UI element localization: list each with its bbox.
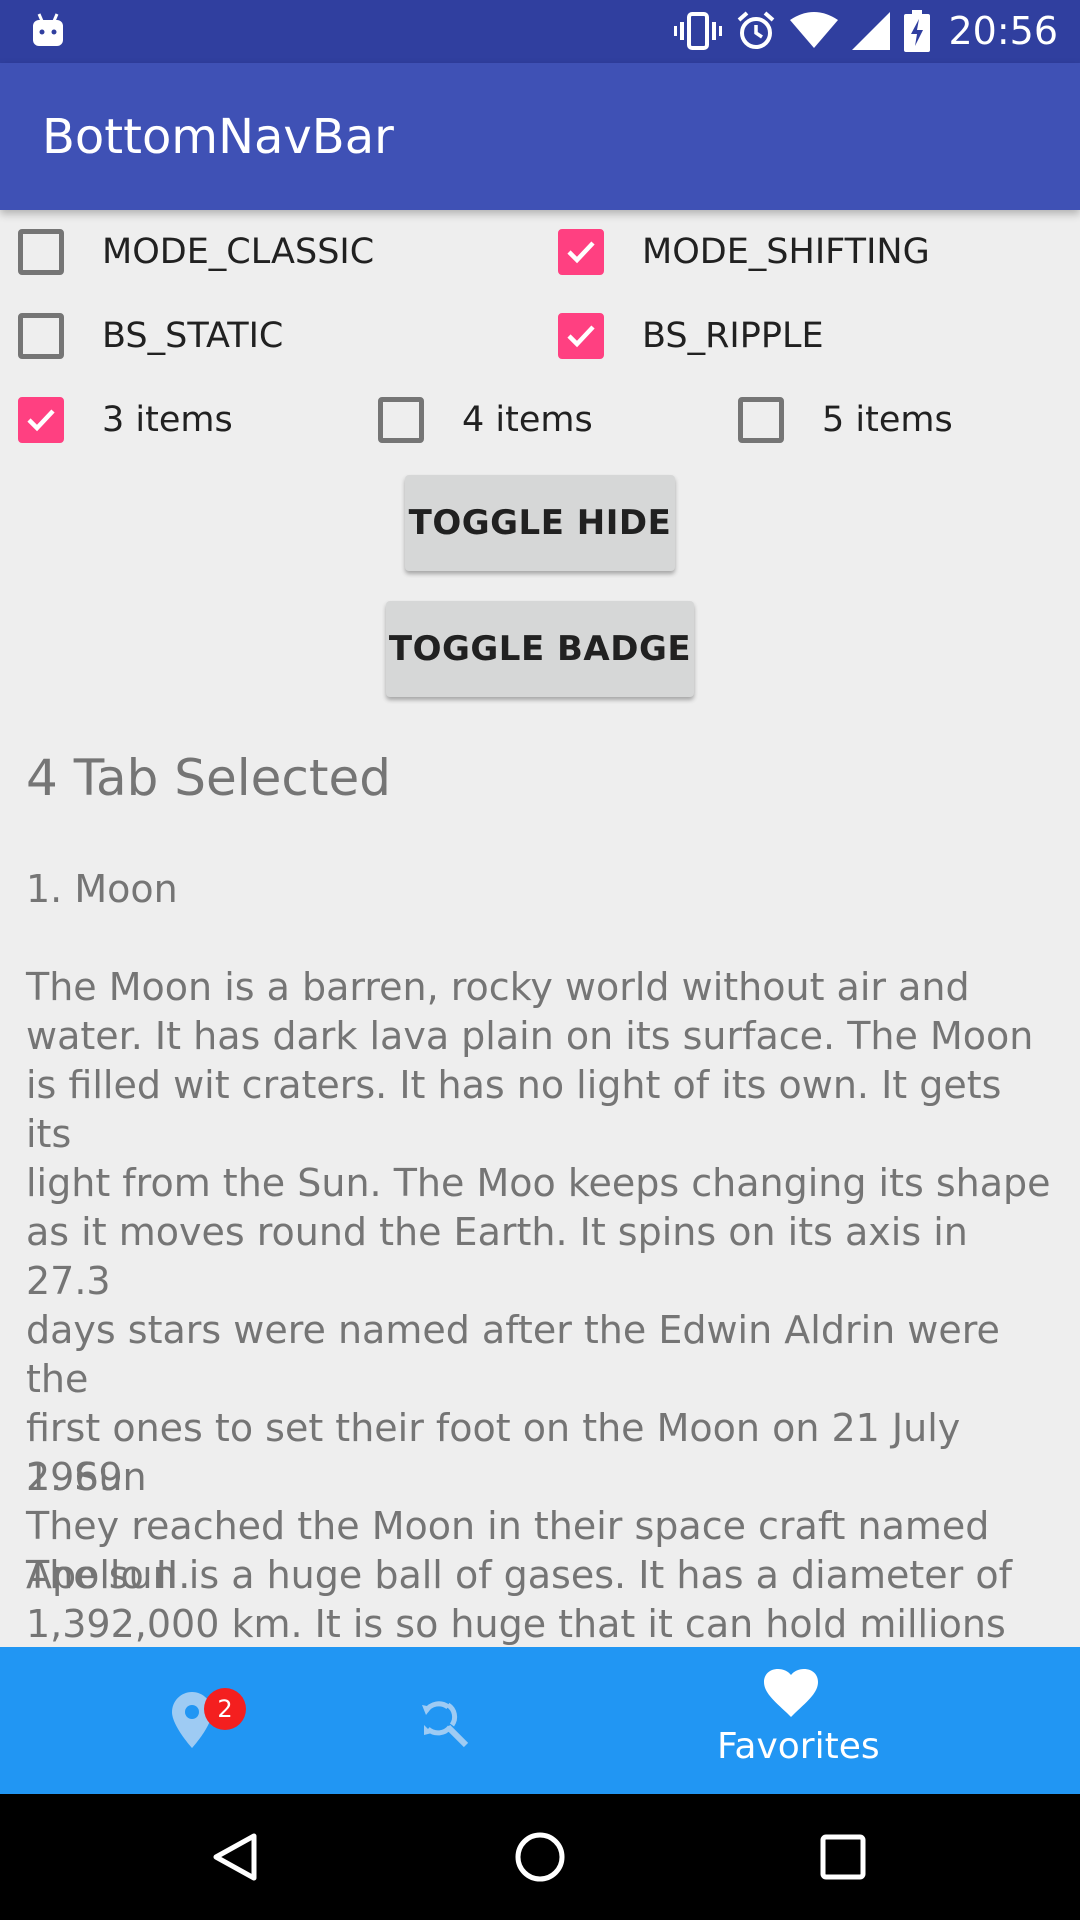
checkbox-box[interactable] — [558, 313, 604, 359]
check-icon — [567, 241, 595, 264]
checkbox-label: 3 items — [102, 400, 233, 440]
checkbox-box[interactable] — [18, 313, 64, 359]
vibrate-icon — [674, 12, 722, 50]
clock: 20:56 — [948, 9, 1058, 53]
toggle-badge-button[interactable]: TOGGLE BADGE — [386, 601, 694, 697]
checkbox-label: MODE_CLASSIC — [102, 232, 375, 272]
status-bar: 20:56 — [0, 0, 1080, 63]
app-bar: BottomNavBar — [0, 63, 1080, 210]
checkbox-label: MODE_SHIFTING — [642, 232, 930, 272]
nav-item-find-replace[interactable] — [335, 1647, 555, 1794]
status-icons — [674, 10, 930, 52]
system-navigation-bar — [0, 1794, 1080, 1920]
items-3-checkbox[interactable]: 3 items — [18, 397, 233, 443]
bs-ripple-checkbox[interactable]: BS_RIPPLE — [558, 313, 824, 359]
check-icon — [27, 409, 55, 432]
signal-icon — [852, 12, 890, 50]
check-icon — [567, 325, 595, 348]
back-icon[interactable] — [212, 1832, 258, 1882]
notification-badge: 2 — [204, 1688, 246, 1730]
heart-icon — [764, 1669, 818, 1717]
android-notification-icon — [33, 13, 63, 46]
sun-paragraph: The sun is a huge ball of gases. It has … — [26, 1553, 1012, 1646]
nav-item-favorites[interactable]: Favorites — [640, 1647, 940, 1794]
home-icon[interactable] — [514, 1831, 566, 1883]
bs-static-checkbox[interactable]: BS_STATIC — [18, 313, 283, 359]
mode-shifting-checkbox[interactable]: MODE_SHIFTING — [558, 229, 930, 275]
find-replace-icon — [422, 1701, 469, 1748]
app-title: BottomNavBar — [42, 109, 394, 165]
sun-heading: 2. Sun — [26, 1455, 147, 1499]
recents-icon[interactable] — [820, 1834, 866, 1880]
checkbox-box[interactable] — [18, 397, 64, 443]
items-4-checkbox[interactable]: 4 items — [378, 397, 593, 443]
checkbox-label: 5 items — [822, 400, 953, 440]
bottom-navigation-bar: 2 Favorites — [0, 1647, 1080, 1794]
checkbox-label: BS_STATIC — [102, 316, 284, 356]
checkbox-box[interactable] — [558, 229, 604, 275]
moon-heading: 1. Moon — [26, 867, 178, 911]
alarm-icon — [737, 11, 775, 49]
checkbox-label: 4 items — [462, 400, 593, 440]
tab-selected-text: 4 Tab Selected — [26, 749, 391, 807]
toggle-hide-button[interactable]: TOGGLE HIDE — [405, 475, 675, 571]
checkbox-box[interactable] — [378, 397, 424, 443]
main-content[interactable]: MODE_CLASSIC MODE_SHIFTING BS_STATIC BS_… — [0, 210, 1080, 1647]
battery-charging-icon — [904, 10, 930, 52]
items-5-checkbox[interactable]: 5 items — [738, 397, 953, 443]
checkbox-box[interactable] — [18, 229, 64, 275]
checkbox-label: BS_RIPPLE — [642, 316, 824, 356]
mode-classic-checkbox[interactable]: MODE_CLASSIC — [18, 229, 374, 275]
checkbox-box[interactable] — [738, 397, 784, 443]
wifi-icon — [790, 12, 838, 48]
nav-item-location[interactable]: 2 — [100, 1647, 320, 1794]
nav-label-favorites: Favorites — [717, 1726, 880, 1767]
moon-paragraph: The Moon is a barren, rocky world withou… — [26, 965, 1051, 1597]
